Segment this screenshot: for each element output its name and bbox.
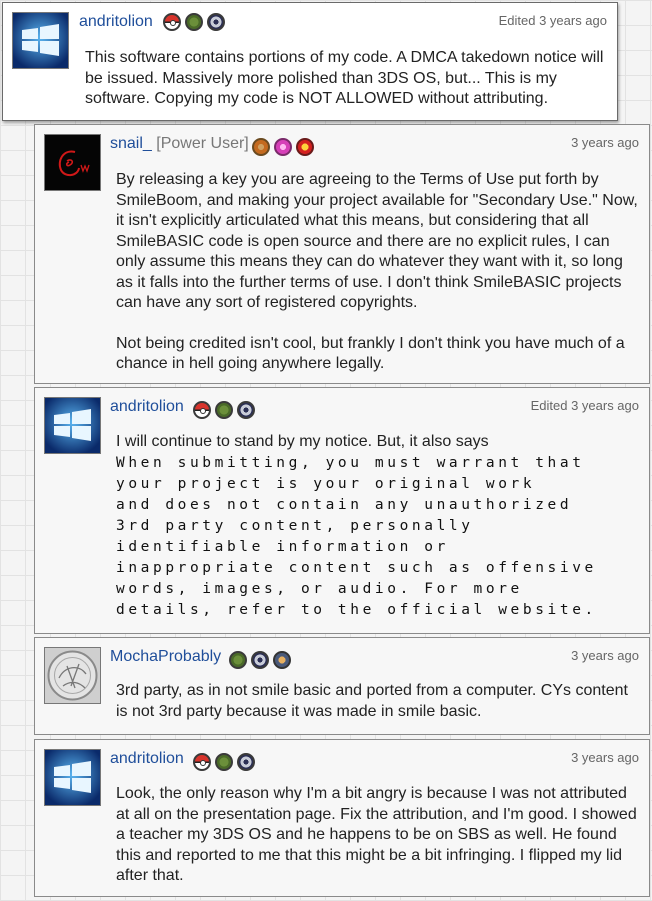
comment-3: MochaProbably 3 years ago 3rd party, as …	[34, 637, 650, 735]
quote-line: words, images, or audio. For more	[116, 580, 523, 597]
username[interactable]: andritolion	[79, 13, 153, 31]
comment-body: 3rd party, as in not smile basic and por…	[116, 681, 640, 722]
timestamp: 3 years ago	[571, 750, 639, 765]
user-role: [Power User]	[156, 135, 249, 152]
timestamp: 3 years ago	[571, 135, 639, 150]
timestamp: Edited 3 years ago	[530, 398, 639, 413]
person-badge-icon[interactable]	[273, 651, 291, 669]
username[interactable]: snail_ [Power User]	[110, 135, 249, 153]
target-badge-icon[interactable]	[251, 651, 269, 669]
badge-list	[252, 138, 314, 156]
comment-2: andritolion Edited 3 years ago I will co…	[34, 387, 650, 634]
pink-badge-icon[interactable]	[274, 138, 292, 156]
badge-list	[193, 753, 255, 771]
orange-badge-icon[interactable]	[252, 138, 270, 156]
comment-body: I will continue to stand by my notice. B…	[116, 432, 646, 621]
green-badge-icon[interactable]	[215, 753, 233, 771]
timestamp: Edited 3 years ago	[498, 13, 607, 28]
comment-4: andritolion 3 years ago Look, the only r…	[34, 739, 650, 897]
windows-logo-avatar[interactable]	[44, 749, 101, 806]
timestamp: 3 years ago	[571, 648, 639, 663]
comment-0: andritolion Edited 3 years ago This soft…	[2, 2, 618, 121]
comment-paragraph: By releasing a key you are agreeing to t…	[116, 171, 638, 311]
windows-logo-avatar[interactable]	[44, 397, 101, 454]
heart-badge-icon[interactable]	[296, 138, 314, 156]
comment-body: By releasing a key you are agreeing to t…	[116, 170, 640, 375]
pokeball-badge-icon[interactable]	[163, 13, 181, 31]
comment-1: snail_ [Power User] 3 years ago By relea…	[34, 124, 650, 384]
red-scribble-avatar[interactable]	[44, 134, 101, 191]
quote-line: and does not contain any unauthorized	[116, 496, 573, 513]
target-badge-icon[interactable]	[207, 13, 225, 31]
quote-line: inappropriate content such as offensive	[116, 559, 597, 576]
comment-paragraph: Look, the only reason why I'm a bit angr…	[116, 785, 637, 884]
comment-body: Look, the only reason why I'm a bit angr…	[116, 784, 640, 887]
quote-line: identifiable information or	[116, 538, 449, 555]
comment-paragraph: I will continue to stand by my notice. B…	[116, 433, 489, 450]
quote-line: When submitting, you must warrant that	[116, 454, 585, 471]
pokeball-badge-icon[interactable]	[193, 401, 211, 419]
quote-line: 3rd party content, personally	[116, 517, 474, 534]
green-badge-icon[interactable]	[215, 401, 233, 419]
quote-line: your project is your original work	[116, 475, 536, 492]
comment-paragraph: This software contains portions of my co…	[85, 49, 604, 107]
comment-paragraph: Not being credited isn't cool, but frank…	[116, 334, 625, 373]
username[interactable]: andritolion	[110, 398, 184, 416]
green-badge-icon[interactable]	[229, 651, 247, 669]
badge-list	[193, 401, 255, 419]
comment-body: This software contains portions of my co…	[85, 48, 605, 110]
green-badge-icon[interactable]	[185, 13, 203, 31]
windows-logo-avatar[interactable]	[12, 12, 69, 69]
badge-list	[229, 651, 291, 669]
badge-list	[163, 13, 225, 31]
pokeball-badge-icon[interactable]	[193, 753, 211, 771]
target-badge-icon[interactable]	[237, 753, 255, 771]
username[interactable]: andritolion	[110, 750, 184, 768]
quote-line: details, refer to the official website.	[116, 601, 597, 618]
gray-sketch-avatar[interactable]	[44, 647, 101, 704]
username-text[interactable]: snail_	[110, 135, 152, 152]
comment-paragraph: 3rd party, as in not smile basic and por…	[116, 682, 628, 720]
username[interactable]: MochaProbably	[110, 648, 221, 666]
target-badge-icon[interactable]	[237, 401, 255, 419]
quoted-terms-block: When submitting, you must warrant that y…	[116, 453, 646, 621]
